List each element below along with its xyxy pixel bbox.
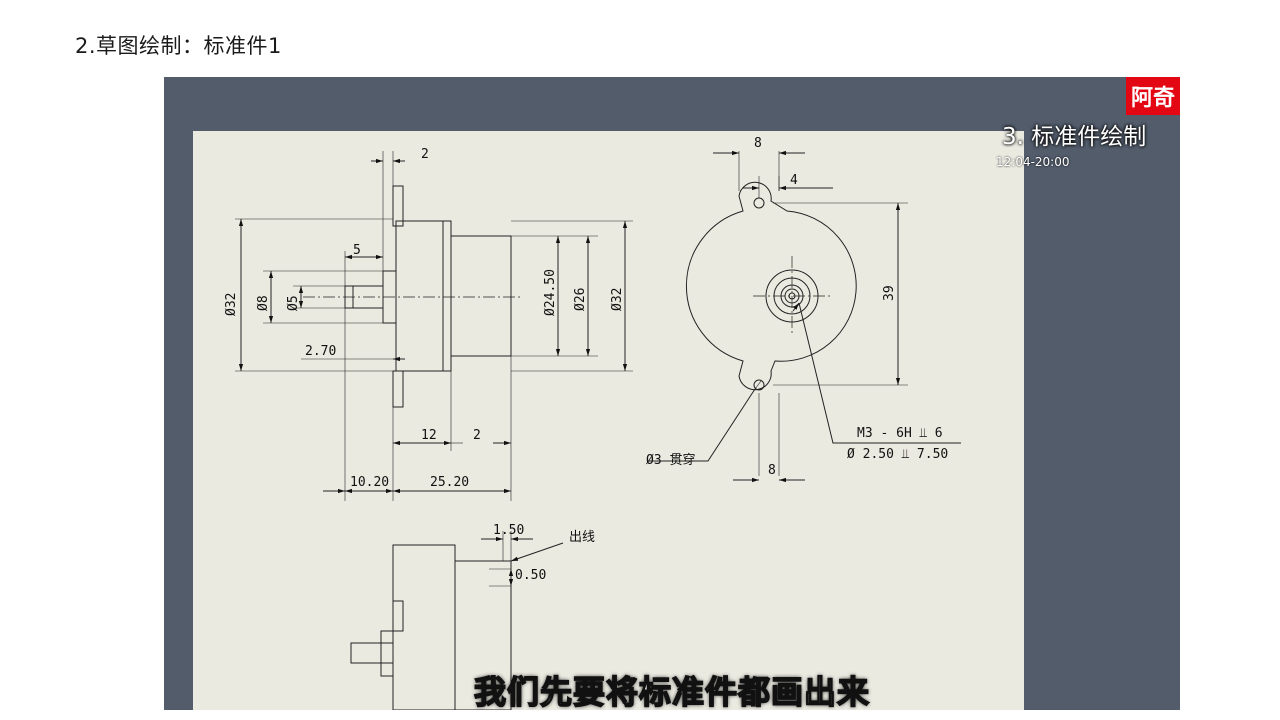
dia-8: Ø8: [256, 295, 271, 311]
dim-10-20: 10.20: [350, 475, 389, 490]
dia-outer-right: Ø32: [610, 288, 625, 311]
dim-39: 39: [882, 285, 897, 301]
dim-25-20: 25.20: [430, 475, 469, 490]
dim-2-bottom: 2: [473, 428, 481, 443]
dim-top-2: 2: [421, 147, 429, 162]
engineering-drawing: 2 5 Ø32 Ø8 Ø5 Ø24.50 Ø26 Ø32 2.70 12 2 1…: [224, 136, 961, 710]
hole-note: Ø3 贯穿: [646, 452, 695, 468]
slide-title: 2.草图绘制：标准件1: [75, 34, 282, 58]
episode-title: 3. 标准件绘制: [1002, 124, 1147, 150]
video-frame[interactable]: 2 5 Ø32 Ø8 Ø5 Ø24.50 Ø26 Ø32 2.70 12 2 1…: [164, 77, 1180, 710]
dim-shaft-len: 5: [353, 243, 361, 258]
dia-outer-left: Ø32: [224, 293, 239, 316]
dim-8-bottom: 8: [768, 463, 776, 478]
dim-2-70: 2.70: [305, 344, 336, 359]
timestamp: 12:04-20:00: [996, 155, 1070, 169]
dia-5: Ø5: [286, 295, 301, 311]
dia-24-50: Ø24.50: [543, 269, 558, 316]
dia-26: Ø26: [573, 288, 588, 311]
uploader-badge: 阿奇: [1126, 77, 1180, 115]
video-subtitle: 我们先要将标准件都画出来: [473, 672, 870, 710]
dim-12: 12: [421, 428, 437, 443]
dim-0-50: 0.50: [515, 568, 546, 583]
dim-8-top: 8: [754, 136, 762, 151]
wire-label: 出线: [569, 530, 595, 545]
thread-note-2: Ø 2.50 ⫫ 7.50: [847, 447, 948, 462]
dim-4: 4: [790, 173, 798, 188]
thread-note-1: M3 - 6H ⫫ 6: [857, 426, 943, 441]
drawing-sheet: 2 5 Ø32 Ø8 Ø5 Ø24.50 Ø26 Ø32 2.70 12 2 1…: [193, 131, 1024, 710]
dim-1-50: 1.50: [493, 523, 524, 538]
